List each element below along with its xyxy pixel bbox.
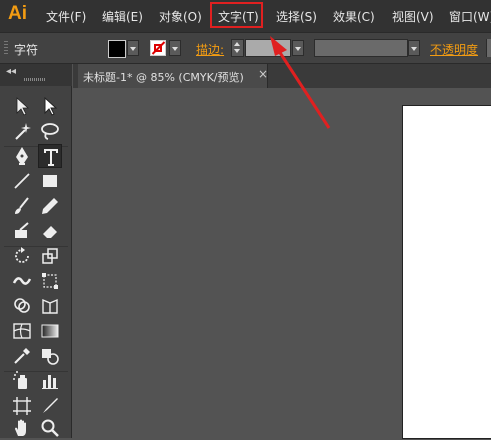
menu-file[interactable]: 文件(F): [46, 8, 86, 25]
stroke-dropdown-arrow[interactable]: [169, 40, 181, 56]
eyedropper-tool-icon[interactable]: [10, 344, 34, 368]
menu-bar: Ai 文件(F) 编辑(E) 对象(O) 文字(T) 选择(S) 效果(C) 视…: [0, 0, 491, 32]
scale-tool-icon[interactable]: [38, 244, 62, 268]
document-tab-strip: 未标题-1* @ 85% (CMYK/预览) ×: [73, 64, 491, 88]
stroke-color-swatch[interactable]: [150, 40, 166, 56]
canvas-area[interactable]: [73, 88, 491, 438]
free-transform-tool-icon[interactable]: [38, 269, 62, 293]
character-panel-label[interactable]: 字符: [14, 41, 38, 58]
stepper-down-icon[interactable]: [234, 49, 240, 53]
shape-builder-tool-icon[interactable]: [10, 294, 34, 318]
app-logo: Ai: [8, 3, 27, 24]
eraser-tool-icon[interactable]: [38, 219, 62, 243]
lasso-tool-icon[interactable]: [38, 119, 62, 143]
menu-view[interactable]: 视图(V): [392, 8, 434, 25]
symbol-sprayer-tool-icon[interactable]: [10, 369, 34, 393]
opacity-field[interactable]: [486, 39, 491, 57]
profile-dropdown-arrow[interactable]: [408, 40, 420, 56]
tools-panel-grip[interactable]: [24, 78, 46, 81]
menu-select[interactable]: 选择(S): [276, 8, 317, 25]
pencil-tool-icon[interactable]: [38, 194, 62, 218]
stroke-weight-field[interactable]: [245, 39, 291, 57]
artboard-tool-icon[interactable]: [10, 394, 34, 418]
tools-panel: ◂◂: [0, 64, 72, 438]
document-tab[interactable]: 未标题-1* @ 85% (CMYK/预览) ×: [78, 64, 268, 88]
variable-width-profile-field[interactable]: [314, 39, 408, 57]
selection-tool-icon[interactable]: [10, 94, 34, 118]
gradient-tool-icon[interactable]: [38, 319, 62, 343]
collapse-panel-icon[interactable]: ◂◂: [6, 66, 16, 77]
menu-window[interactable]: 窗口(W): [449, 8, 491, 25]
direct-selection-tool-icon[interactable]: [38, 94, 62, 118]
type-tool-icon[interactable]: [38, 144, 62, 168]
close-icon[interactable]: ×: [258, 67, 268, 81]
rectangle-tool-icon[interactable]: [38, 169, 62, 193]
line-tool-icon[interactable]: [10, 169, 34, 193]
fill-dropdown-arrow[interactable]: [127, 40, 139, 56]
perspective-grid-tool-icon[interactable]: [38, 294, 62, 318]
opacity-label[interactable]: 不透明度: [430, 41, 478, 58]
stepper-up-icon[interactable]: [234, 42, 240, 46]
artboard[interactable]: [403, 106, 491, 438]
zoom-tool-icon[interactable]: [38, 416, 62, 440]
blend-tool-icon[interactable]: [38, 344, 62, 368]
menu-object[interactable]: 对象(O): [159, 8, 202, 25]
menu-effect[interactable]: 效果(C): [333, 8, 375, 25]
width-tool-icon[interactable]: [10, 269, 34, 293]
rotate-tool-icon[interactable]: [10, 244, 34, 268]
menu-edit[interactable]: 编辑(E): [102, 8, 143, 25]
stroke-weight-stepper[interactable]: [231, 39, 244, 57]
control-bar: 字符 描边: 不透明度: [0, 32, 491, 64]
hand-tool-icon[interactable]: [10, 416, 34, 440]
document-tab-title[interactable]: 未标题-1* @ 85% (CMYK/预览): [83, 69, 244, 85]
mesh-tool-icon[interactable]: [10, 319, 34, 343]
tools-panel-header: ◂◂: [0, 64, 72, 86]
pen-tool-icon[interactable]: [10, 144, 34, 168]
blob-brush-tool-icon[interactable]: [10, 219, 34, 243]
fill-color-swatch[interactable]: [108, 40, 126, 58]
menu-type-highlight-box: [210, 2, 263, 28]
paintbrush-tool-icon[interactable]: [10, 194, 34, 218]
slice-tool-icon[interactable]: [38, 394, 62, 418]
control-bar-grip[interactable]: [4, 41, 8, 55]
column-graph-tool-icon[interactable]: [38, 369, 62, 393]
stroke-weight-dropdown-arrow[interactable]: [292, 40, 304, 56]
magic-wand-tool-icon[interactable]: [10, 119, 34, 143]
stroke-label[interactable]: 描边:: [196, 41, 224, 58]
